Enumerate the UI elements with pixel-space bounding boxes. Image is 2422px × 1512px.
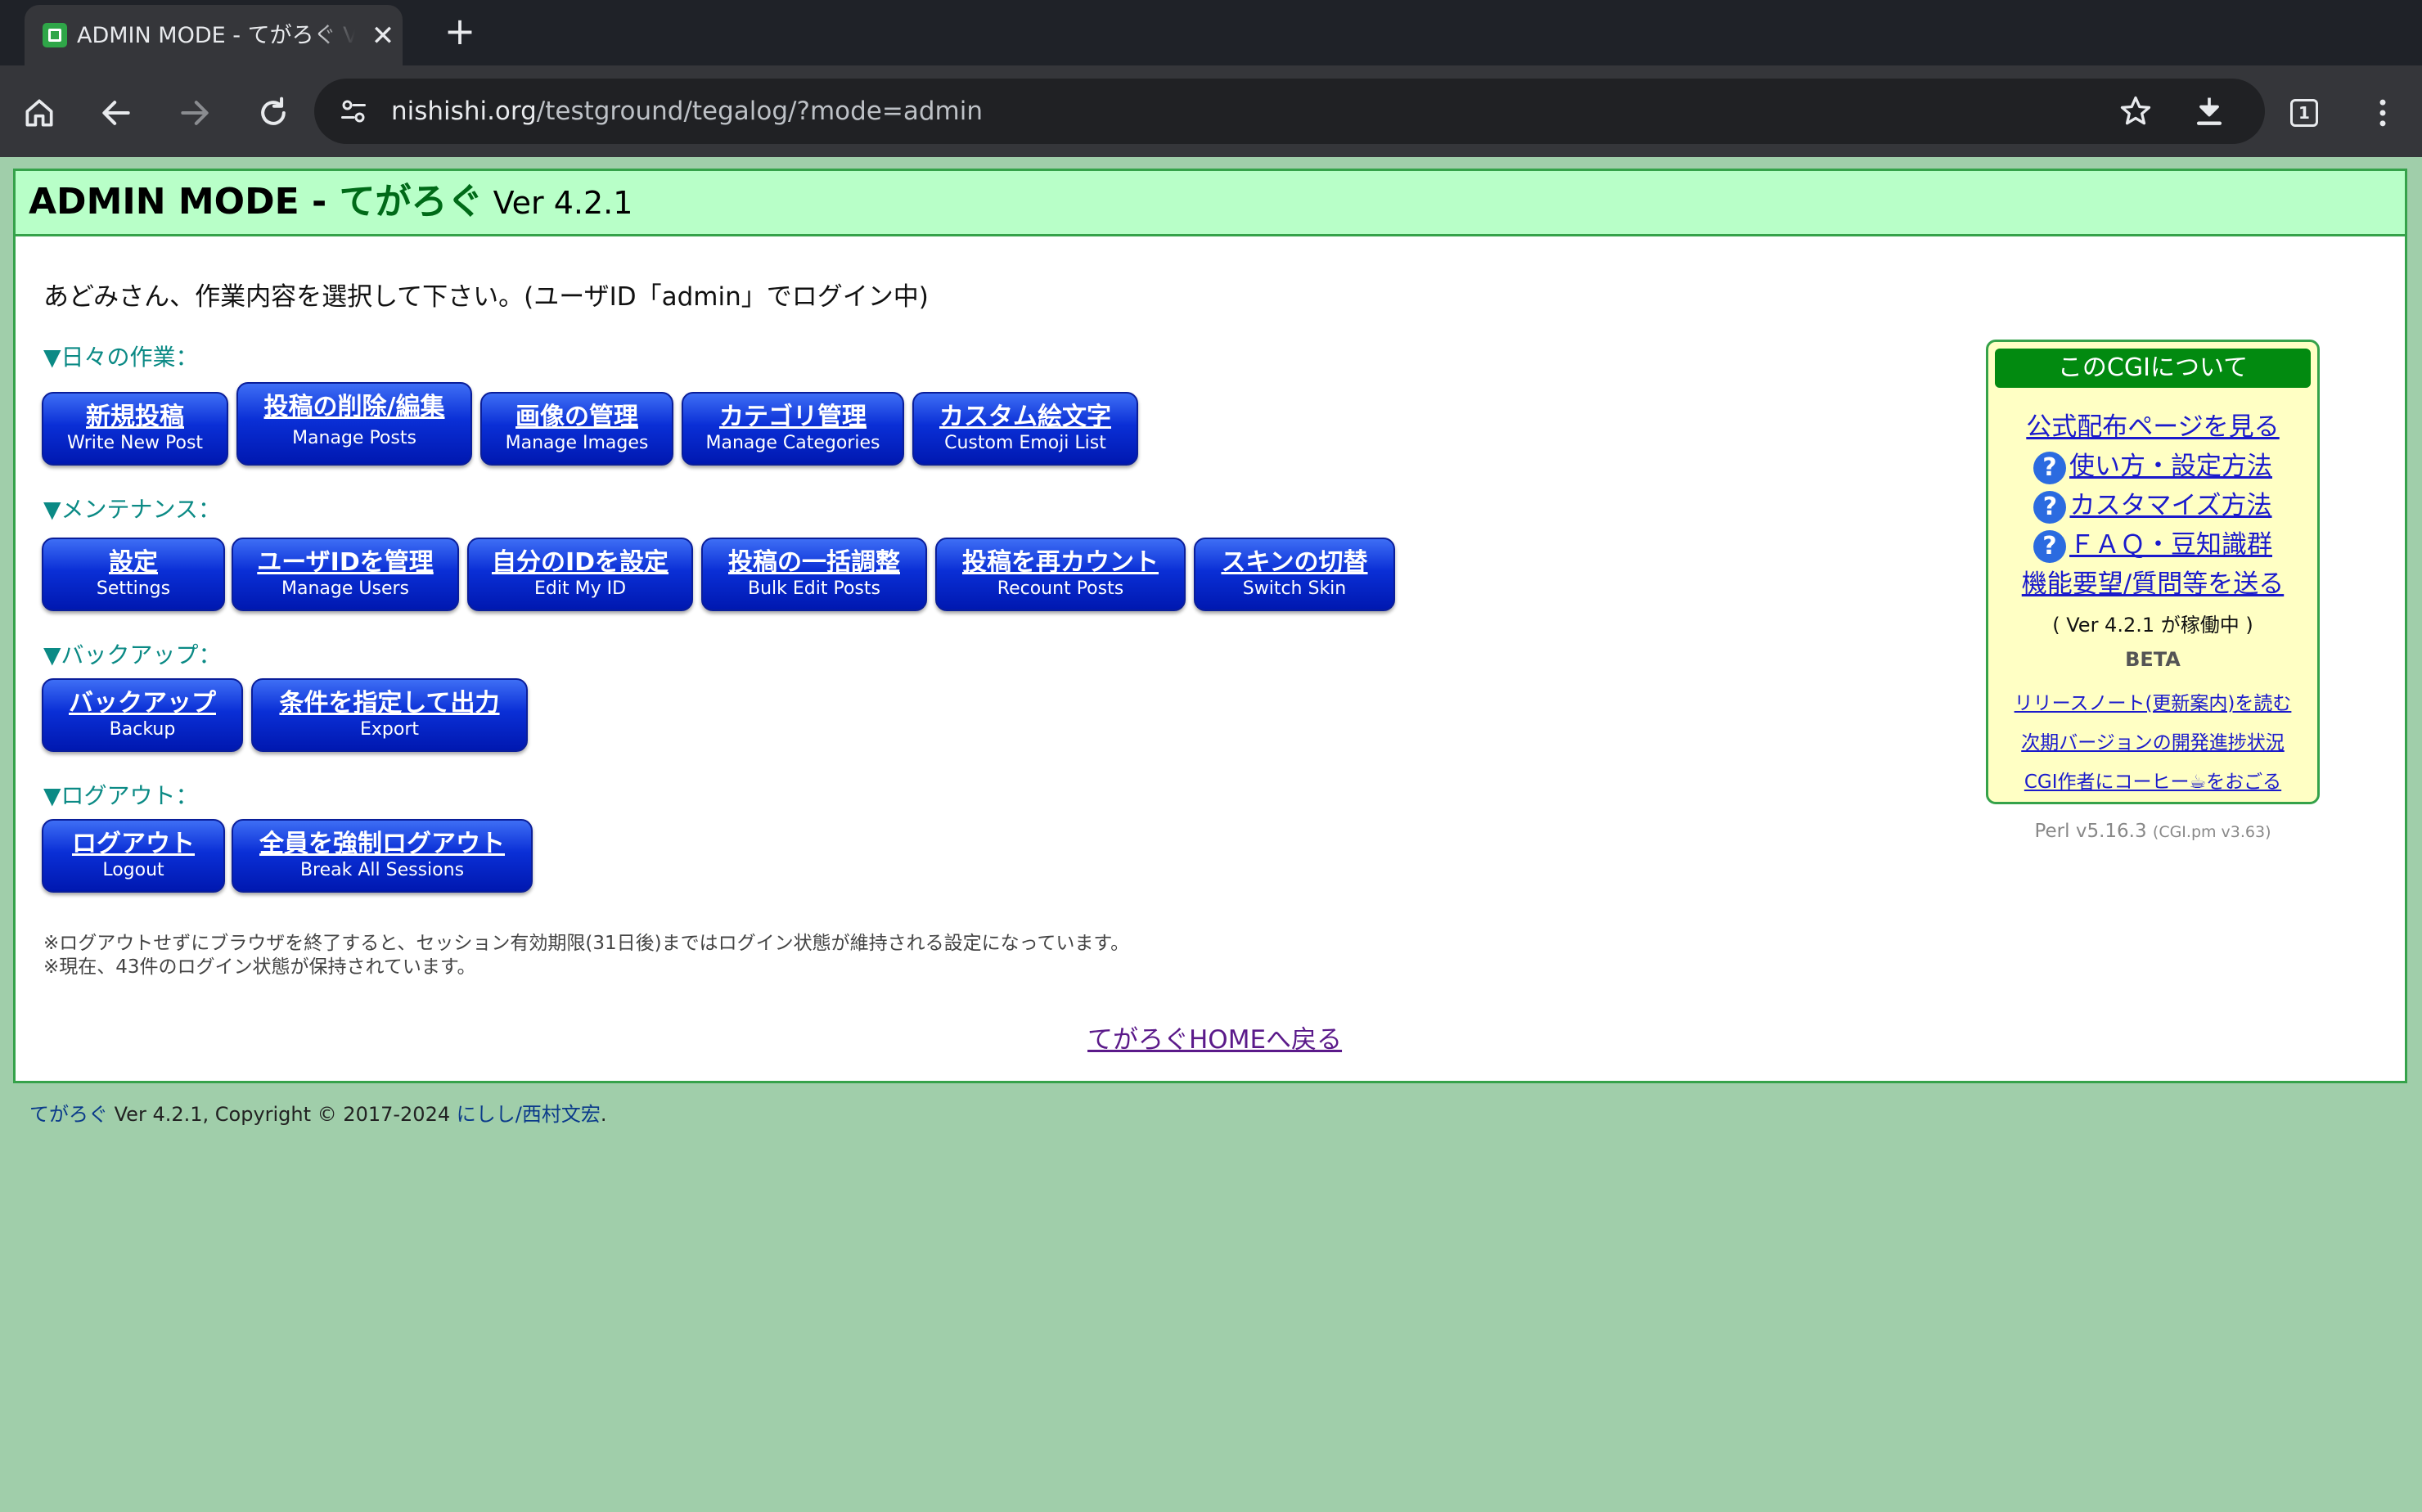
- about-cgi-box: このCGIについて 公式配布ページを見る ? 使い方・設定方法 ? カスタマイズ方法…: [1986, 340, 2320, 804]
- reload-icon[interactable]: [249, 88, 298, 137]
- custom-emoji-button[interactable]: カスタム絵文字 Custom Emoji List: [912, 392, 1138, 466]
- app-name: てがろぐ: [339, 181, 484, 223]
- home-link[interactable]: てがろぐHOMEへ戻る: [1087, 1022, 1342, 1058]
- address-bar[interactable]: nishishi.org/testground/tegalog/?mode=ad…: [314, 79, 2265, 144]
- star-icon[interactable]: [2118, 93, 2154, 129]
- manage-categories-button[interactable]: カテゴリ管理 Manage Categories: [682, 392, 904, 466]
- section-backup: ▼バックアップ：: [43, 641, 222, 668]
- session-note-1: ※ログアウトせずにブラウザを終了すると、セッション有効期限(31日後)まではログ…: [43, 933, 1130, 954]
- logout-button[interactable]: ログアウト Logout: [42, 819, 225, 893]
- back-icon[interactable]: [92, 88, 141, 137]
- settings-button[interactable]: 設定 Settings: [42, 538, 225, 611]
- app-version: Ver 4.2.1: [483, 185, 633, 221]
- tab-switcher-icon[interactable]: 1: [2280, 88, 2329, 137]
- edit-my-id-button[interactable]: 自分のIDを設定 Edit My ID: [467, 538, 693, 611]
- home-icon[interactable]: [15, 88, 64, 137]
- perl-version: Perl v5.16.3 (CGI.pm v3.63): [2034, 821, 2271, 842]
- plus-icon[interactable]: +: [440, 11, 479, 51]
- recount-posts-button[interactable]: 投稿を再カウント Recount Posts: [935, 538, 1186, 611]
- faq-link[interactable]: ? ＦＡＱ・豆知識群: [1988, 527, 2317, 563]
- url-text[interactable]: nishishi.org/testground/tegalog/?mode=ad…: [391, 93, 983, 129]
- export-button[interactable]: 条件を指定して出力 Export: [251, 678, 528, 752]
- release-notes-link[interactable]: リリースノート(更新案内)を読む: [1988, 691, 2317, 717]
- favicon-icon: [43, 23, 67, 47]
- help-icon: ?: [2033, 529, 2066, 563]
- coffee-link[interactable]: CGI作者にコーヒー☕をおごる: [1988, 769, 2317, 795]
- section-daily: ▼日々の作業：: [43, 344, 199, 371]
- manage-users-button[interactable]: ユーザIDを管理 Manage Users: [232, 538, 459, 611]
- footer: てがろぐ Ver 4.2.1, Copyright © 2017-2024 にし…: [29, 1103, 607, 1126]
- about-title: このCGIについて: [1995, 349, 2311, 388]
- backup-button[interactable]: バックアップ Backup: [42, 678, 243, 752]
- footer-app-link[interactable]: てがろぐ: [29, 1103, 108, 1126]
- forward-icon[interactable]: [170, 88, 219, 137]
- tab-title: ADMIN MODE - てがろぐ Ver 4.2.1: [77, 23, 355, 48]
- help-icon: ?: [2033, 451, 2066, 484]
- tab-strip: ADMIN MODE - てがろぐ Ver 4.2.1 ✕ +: [0, 0, 2422, 65]
- running-version: ( Ver 4.2.1 が稼働中 ): [2052, 614, 2253, 637]
- session-notes: ※ログアウトせずにブラウザを終了すると、セッション有効期限(31日後)まではログ…: [43, 932, 1129, 979]
- feature-request-link[interactable]: 機能要望/質問等を送る: [1988, 566, 2317, 602]
- download-icon[interactable]: [2191, 93, 2227, 129]
- close-icon[interactable]: ✕: [367, 20, 399, 52]
- beta-label: BETA: [2125, 648, 2181, 671]
- switch-skin-button[interactable]: スキンの切替 Switch Skin: [1194, 538, 1395, 611]
- active-tab[interactable]: ADMIN MODE - てがろぐ Ver 4.2.1 ✕: [25, 5, 403, 65]
- next-version-link[interactable]: 次期バージョンの開発進捗状況: [1988, 730, 2317, 756]
- tab-count: 1: [2290, 99, 2318, 127]
- official-page-link[interactable]: 公式配布ページを見る: [1988, 409, 2317, 445]
- manage-posts-button[interactable]: 投稿の削除/編集 Manage Posts: [236, 382, 472, 466]
- menu-icon[interactable]: [2358, 88, 2407, 137]
- admin-panel: ADMIN MODE - てがろぐ Ver 4.2.1 あどみさん、作業内容を選…: [13, 169, 2407, 1083]
- tune-icon[interactable]: [339, 97, 368, 126]
- session-note-2: ※現在、43件のログイン状態が保持されています。: [43, 956, 476, 978]
- manage-images-button[interactable]: 画像の管理 Manage Images: [480, 392, 673, 466]
- force-logout-button[interactable]: 全員を強制ログアウト Break All Sessions: [232, 819, 533, 893]
- bulk-edit-button[interactable]: 投稿の一括調整 Bulk Edit Posts: [701, 538, 927, 611]
- section-maintenance: ▼メンテナンス：: [43, 496, 221, 523]
- page-header: ADMIN MODE - てがろぐ Ver 4.2.1: [16, 171, 2405, 236]
- help-icon: ?: [2033, 490, 2067, 524]
- howto-link[interactable]: ? 使い方・設定方法: [1988, 448, 2317, 484]
- section-logout: ▼ログアウト：: [43, 782, 199, 809]
- page-title: ADMIN MODE - てがろぐ Ver 4.2.1: [29, 181, 633, 223]
- customize-link[interactable]: ? カスタマイズ方法: [1988, 488, 2317, 524]
- footer-author-link[interactable]: にしし/西村文宏: [457, 1103, 601, 1126]
- new-post-button[interactable]: 新規投稿 Write New Post: [42, 392, 228, 466]
- greeting-text: あどみさん、作業内容を選択して下さい。(ユーザID「admin」でログイン中): [43, 282, 929, 312]
